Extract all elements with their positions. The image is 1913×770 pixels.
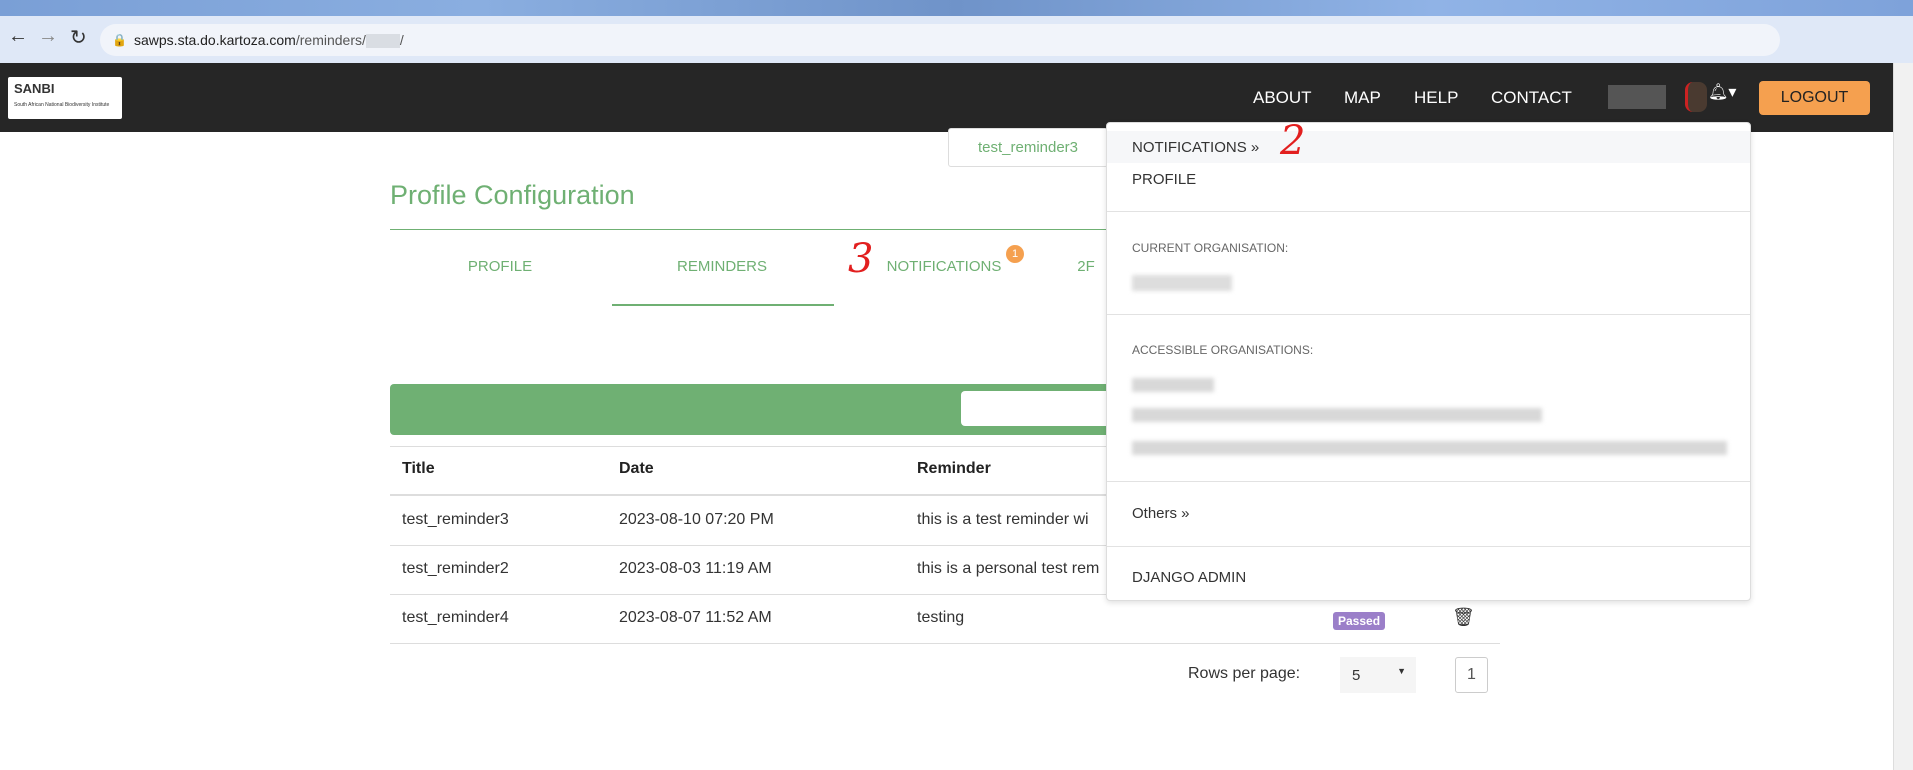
caret-down-icon: ▼ [1397, 666, 1406, 676]
browser-tab-strip[interactable] [0, 0, 1913, 16]
rows-per-page-select[interactable]: 5 ▼ [1340, 657, 1416, 693]
cell-date: 2023-08-10 07:20 PM [619, 511, 774, 528]
active-tab-indicator [612, 304, 834, 306]
page-button[interactable]: 1 [1455, 657, 1488, 693]
header-title[interactable]: Title [402, 460, 435, 478]
url-tail: / [399, 32, 404, 48]
address-bar[interactable]: 🔒 sawps.sta.do.kartoza.com/reminders/ / [100, 24, 1780, 56]
reload-icon[interactable]: ↻ [70, 25, 87, 50]
redacted-id [365, 34, 400, 49]
cell-title: test_reminder2 [402, 560, 509, 577]
status-badge: Passed [1333, 612, 1386, 630]
divider [390, 643, 1500, 644]
annotation-3: 3 [848, 236, 874, 282]
url-path: /reminders/ [295, 32, 366, 48]
logout-button[interactable]: LOGOUT [1759, 81, 1870, 115]
cell-reminder: this is a personal test rem [917, 560, 1100, 577]
rows-per-page-value: 5 [1352, 667, 1361, 684]
accessible-org-label: ACCESSIBLE ORGANISATIONS: [1132, 343, 1314, 357]
divider [1107, 481, 1750, 482]
back-icon[interactable]: ← [8, 25, 28, 48]
menu-item-profile[interactable]: PROFILE [1132, 171, 1196, 188]
redacted-current-org [1132, 275, 1232, 291]
tab-profile[interactable]: PROFILE [390, 258, 610, 275]
page-title: Profile Configuration [390, 180, 635, 210]
logo-subtitle: South African National Biodiversity Inst… [14, 102, 110, 108]
user-dropdown-menu: NOTIFICATIONS » PROFILE CURRENT ORGANISA… [1106, 122, 1751, 601]
logo-text: SANBI [14, 81, 55, 96]
annotation-2: 2 [1280, 118, 1306, 164]
redacted-username [1608, 85, 1666, 109]
menu-notifications-label[interactable]: NOTIFICATIONS » [1132, 139, 1259, 156]
divider [1107, 211, 1750, 212]
menu-item-others[interactable]: Others » [1132, 505, 1190, 522]
nav-help[interactable]: HELP [1414, 88, 1458, 108]
cell-title: test_reminder4 [402, 609, 509, 626]
divider [1107, 546, 1750, 547]
redacted-org[interactable] [1132, 408, 1542, 422]
header-date[interactable]: Date [619, 460, 654, 478]
redacted-org[interactable] [1132, 378, 1214, 392]
trash-icon[interactable]: 🗑︎ [1452, 607, 1475, 628]
cell-title: test_reminder3 [402, 511, 509, 528]
redacted-org[interactable] [1132, 441, 1727, 455]
rows-per-page-label: Rows per page: [1188, 665, 1301, 682]
header-reminder[interactable]: Reminder [917, 460, 991, 478]
cell-reminder: this is a test reminder wi [917, 511, 1089, 528]
cell-reminder: testing [917, 609, 965, 626]
nav-map[interactable]: MAP [1344, 88, 1381, 108]
reminder-tooltip: test_reminder3 [948, 128, 1108, 167]
tab-reminders[interactable]: REMINDERS [612, 258, 832, 275]
search-input[interactable] [961, 391, 1121, 426]
forward-icon[interactable]: → [38, 25, 58, 48]
notification-badge: 1 [1006, 245, 1024, 263]
url-host: sawps.sta.do.kartoza.com [134, 32, 296, 48]
menu-item-django-admin[interactable]: DJANGO ADMIN [1132, 569, 1246, 586]
sanbi-logo[interactable]: SANBI South African National Biodiversity… [8, 77, 122, 119]
cell-date: 2023-08-07 11:52 AM [619, 609, 772, 626]
bell-icon[interactable]: 🔔︎▾ [1708, 82, 1736, 102]
nav-contact[interactable]: CONTACT [1491, 88, 1572, 108]
divider [1107, 314, 1750, 315]
avatar[interactable] [1685, 82, 1707, 112]
nav-about[interactable]: ABOUT [1253, 88, 1312, 108]
title-divider [390, 229, 1110, 230]
cell-date: 2023-08-03 11:19 AM [619, 560, 772, 577]
current-org-label: CURRENT ORGANISATION: [1132, 241, 1289, 255]
scrollbar[interactable] [1893, 63, 1913, 770]
lock-icon: 🔒 [112, 33, 127, 47]
